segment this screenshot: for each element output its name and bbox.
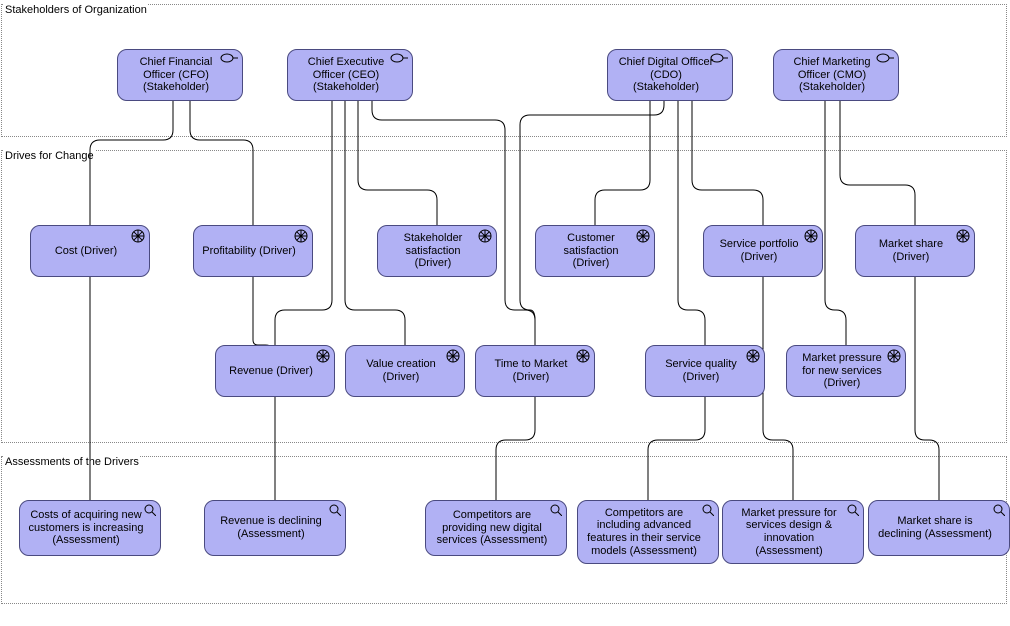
node-cdo[interactable]: Chief Digital Officer (CDO) (Stakeholder… xyxy=(607,49,733,101)
driver-icon xyxy=(294,229,308,243)
assessment-icon xyxy=(847,504,859,516)
node-assess-market-pressure[interactable]: Market pressure for services design & in… xyxy=(722,500,864,564)
node-label: Chief Executive Officer (CEO) (Stakehold… xyxy=(296,56,396,94)
driver-icon xyxy=(316,349,330,363)
node-label: Market share (Driver) xyxy=(864,238,958,263)
diagram-canvas: Stakeholders of Organization Drives for … xyxy=(0,0,1010,626)
node-customer-satisfaction[interactable]: Customer satisfaction (Driver) xyxy=(535,225,655,277)
stakeholder-icon xyxy=(876,53,894,63)
node-assess-market-share[interactable]: Market share is declining (Assessment) xyxy=(868,500,1010,556)
node-cost[interactable]: Cost (Driver) xyxy=(30,225,150,277)
group-label: Drives for Change xyxy=(4,150,95,162)
node-assess-cost[interactable]: Costs of acquiring new customers is incr… xyxy=(19,500,161,556)
node-label: Costs of acquiring new customers is incr… xyxy=(28,509,144,547)
node-label: Chief Digital Officer (CDO) (Stakeholder… xyxy=(616,56,716,94)
node-label: Market pressure for services design & in… xyxy=(731,507,847,558)
node-label: Value creation (Driver) xyxy=(354,358,448,383)
driver-icon xyxy=(804,229,818,243)
assessment-icon xyxy=(550,504,562,516)
node-label: Chief Financial Officer (CFO) (Stakehold… xyxy=(126,56,226,94)
node-assess-competitors-digital[interactable]: Competitors are providing new digital se… xyxy=(425,500,567,556)
node-label: Market share is declining (Assessment) xyxy=(877,515,993,540)
node-market-share[interactable]: Market share (Driver) xyxy=(855,225,975,277)
assessment-icon xyxy=(993,504,1005,516)
stakeholder-icon xyxy=(390,53,408,63)
node-market-pressure[interactable]: Market pressure for new services (Driver… xyxy=(786,345,906,397)
node-label: Time to Market (Driver) xyxy=(484,358,578,383)
node-label: Chief Marketing Officer (CMO) (Stakehold… xyxy=(782,56,882,94)
group-label: Stakeholders of Organization xyxy=(4,4,148,16)
node-value-creation[interactable]: Value creation (Driver) xyxy=(345,345,465,397)
driver-icon xyxy=(131,229,145,243)
driver-icon xyxy=(956,229,970,243)
node-label: Profitability (Driver) xyxy=(202,245,296,258)
driver-icon xyxy=(887,349,901,363)
assessment-icon xyxy=(702,504,714,516)
node-assess-competitors-features[interactable]: Competitors are including advanced featu… xyxy=(577,500,719,564)
node-stakeholder-satisfaction[interactable]: Stakeholder satisfaction (Driver) xyxy=(377,225,497,277)
node-service-portfolio[interactable]: Service portfolio (Driver) xyxy=(703,225,823,277)
node-cfo[interactable]: Chief Financial Officer (CFO) (Stakehold… xyxy=(117,49,243,101)
node-label: Market pressure for new services (Driver… xyxy=(795,352,889,390)
node-profitability[interactable]: Profitability (Driver) xyxy=(193,225,313,277)
driver-icon xyxy=(478,229,492,243)
stakeholder-icon xyxy=(220,53,238,63)
node-label: Cost (Driver) xyxy=(55,245,117,258)
node-label: Revenue (Driver) xyxy=(229,365,313,378)
driver-icon xyxy=(636,229,650,243)
node-cmo[interactable]: Chief Marketing Officer (CMO) (Stakehold… xyxy=(773,49,899,101)
driver-icon xyxy=(446,349,460,363)
node-label: Service quality (Driver) xyxy=(654,358,748,383)
node-label: Competitors are including advanced featu… xyxy=(586,507,702,558)
node-label: Competitors are providing new digital se… xyxy=(434,509,550,547)
node-label: Revenue is declining (Assessment) xyxy=(213,515,329,540)
node-label: Service portfolio (Driver) xyxy=(712,238,806,263)
node-label: Customer satisfaction (Driver) xyxy=(544,232,638,270)
assessment-icon xyxy=(144,504,156,516)
driver-icon xyxy=(576,349,590,363)
node-assess-revenue[interactable]: Revenue is declining (Assessment) xyxy=(204,500,346,556)
driver-icon xyxy=(746,349,760,363)
assessment-icon xyxy=(329,504,341,516)
node-ceo[interactable]: Chief Executive Officer (CEO) (Stakehold… xyxy=(287,49,413,101)
node-revenue[interactable]: Revenue (Driver) xyxy=(215,345,335,397)
node-time-to-market[interactable]: Time to Market (Driver) xyxy=(475,345,595,397)
stakeholder-icon xyxy=(710,53,728,63)
node-service-quality[interactable]: Service quality (Driver) xyxy=(645,345,765,397)
group-drives: Drives for Change xyxy=(1,150,1007,443)
node-label: Stakeholder satisfaction (Driver) xyxy=(386,232,480,270)
group-label: Assessments of the Drivers xyxy=(4,456,140,468)
